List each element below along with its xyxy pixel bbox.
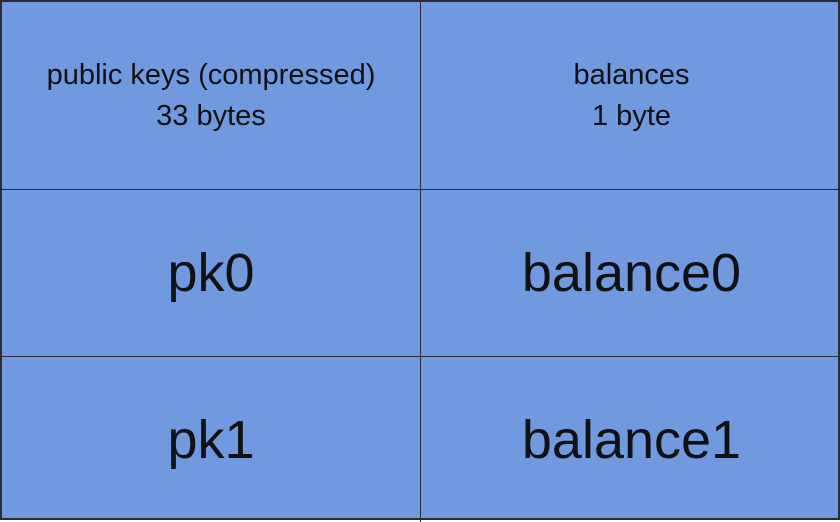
row-0-key: pk0 — [167, 243, 255, 303]
key-balance-table: public keys (compressed) 33 bytes balanc… — [0, 0, 840, 522]
row-0-balance-cell: balance0 — [421, 190, 840, 357]
row-1-key-cell: pk1 — [2, 357, 421, 522]
header-public-keys-size: 33 bytes — [156, 99, 266, 132]
row-0-key-cell: pk0 — [2, 190, 421, 357]
row-0-balance: balance0 — [521, 243, 742, 303]
header-balances: balances 1 byte — [421, 2, 840, 190]
header-balances-title: balances — [573, 58, 690, 91]
row-1-key: pk1 — [167, 409, 255, 470]
row-1-balance-cell: balance1 — [421, 357, 840, 522]
row-1-balance: balance1 — [521, 409, 742, 470]
header-balances-size: 1 byte — [592, 99, 671, 132]
header-public-keys: public keys (compressed) 33 bytes — [2, 2, 421, 190]
header-public-keys-title: public keys (compressed) — [46, 58, 376, 91]
